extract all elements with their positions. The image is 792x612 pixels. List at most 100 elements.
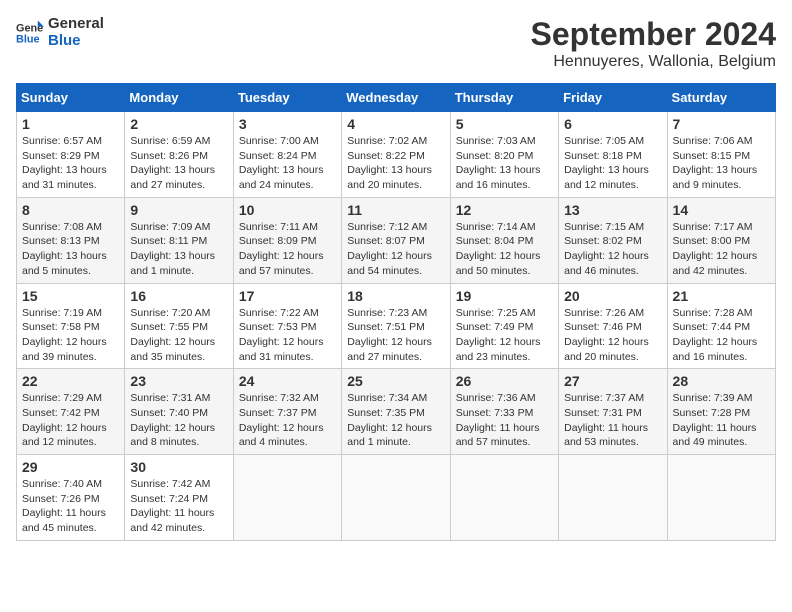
day-info: Sunrise: 7:12 AMSunset: 8:07 PMDaylight:… [347,220,444,279]
calendar-cell: 7 Sunrise: 7:06 AMSunset: 8:15 PMDaylight… [667,112,775,198]
calendar-cell: 28 Sunrise: 7:39 AMSunset: 7:28 PMDayligh… [667,369,775,455]
day-number: 21 [673,288,770,304]
calendar-cell: 19Sunrise: 7:25 AMSunset: 7:49 PMDayligh… [450,283,558,369]
day-number: 11 [347,202,444,218]
calendar-cell: 23 Sunrise: 7:31 AMSunset: 7:40 PMDayligh… [125,369,233,455]
calendar-cell: 4 Sunrise: 7:02 AMSunset: 8:22 PMDaylight… [342,112,450,198]
calendar-cell [450,455,558,541]
day-info: Sunrise: 7:29 AMSunset: 7:42 PMDaylight:… [22,391,119,450]
calendar-week-1: 1Sunrise: 6:57 AMSunset: 8:29 PMDaylight… [17,112,776,198]
calendar-cell: 16 Sunrise: 7:20 AMSunset: 7:55 PMDayligh… [125,283,233,369]
day-info: Sunrise: 7:09 AMSunset: 8:11 PMDaylight:… [130,220,227,279]
calendar-cell: 11 Sunrise: 7:12 AMSunset: 8:07 PMDayligh… [342,197,450,283]
logo-line1: General [48,16,104,33]
day-number: 30 [130,459,227,475]
calendar-cell: 25Sunrise: 7:34 AMSunset: 7:35 PMDayligh… [342,369,450,455]
day-info: Sunrise: 7:37 AMSunset: 7:31 PMDaylight:… [564,391,661,450]
day-number: 23 [130,373,227,389]
day-info: Sunrise: 7:15 AMSunset: 8:02 PMDaylight:… [564,220,661,279]
day-number: 24 [239,373,336,389]
day-number: 28 [673,373,770,389]
day-header-sunday: Sunday [17,84,125,112]
calendar-cell: 12Sunrise: 7:14 AMSunset: 8:04 PMDayligh… [450,197,558,283]
day-number: 1 [22,116,119,132]
day-info: Sunrise: 7:42 AMSunset: 7:24 PMDaylight:… [130,477,227,536]
day-number: 12 [456,202,553,218]
calendar-cell: 6Sunrise: 7:05 AMSunset: 8:18 PMDaylight… [559,112,667,198]
calendar-cell: 30 Sunrise: 7:42 AMSunset: 7:24 PMDayligh… [125,455,233,541]
calendar-subtitle: Hennuyeres, Wallonia, Belgium [531,53,776,71]
calendar-cell: 8Sunrise: 7:08 AMSunset: 8:13 PMDaylight… [17,197,125,283]
calendar-week-3: 15Sunrise: 7:19 AMSunset: 7:58 PMDayligh… [17,283,776,369]
calendar-body: 1Sunrise: 6:57 AMSunset: 8:29 PMDaylight… [17,112,776,541]
day-number: 16 [130,288,227,304]
calendar-cell: 26 Sunrise: 7:36 AMSunset: 7:33 PMDayligh… [450,369,558,455]
day-info: Sunrise: 7:11 AMSunset: 8:09 PMDaylight:… [239,220,336,279]
calendar-cell [559,455,667,541]
calendar-cell [342,455,450,541]
day-number: 20 [564,288,661,304]
day-info: Sunrise: 7:39 AMSunset: 7:28 PMDaylight:… [673,391,770,450]
day-number: 4 [347,116,444,132]
calendar-table: SundayMondayTuesdayWednesdayThursdayFrid… [16,83,776,541]
calendar-cell: 29Sunrise: 7:40 AMSunset: 7:26 PMDayligh… [17,455,125,541]
calendar-cell: 1Sunrise: 6:57 AMSunset: 8:29 PMDaylight… [17,112,125,198]
day-number: 13 [564,202,661,218]
calendar-cell: 14 Sunrise: 7:17 AMSunset: 8:00 PMDayligh… [667,197,775,283]
day-info: Sunrise: 7:36 AMSunset: 7:33 PMDaylight:… [456,391,553,450]
day-header-thursday: Thursday [450,84,558,112]
calendar-cell: 18 Sunrise: 7:23 AMSunset: 7:51 PMDayligh… [342,283,450,369]
calendar-week-5: 29Sunrise: 7:40 AMSunset: 7:26 PMDayligh… [17,455,776,541]
day-info: Sunrise: 7:06 AMSunset: 8:15 PMDaylight:… [673,134,770,193]
day-info: Sunrise: 7:34 AMSunset: 7:35 PMDaylight:… [347,391,444,450]
day-info: Sunrise: 7:20 AMSunset: 7:55 PMDaylight:… [130,306,227,365]
calendar-cell: 22 Sunrise: 7:29 AMSunset: 7:42 PMDayligh… [17,369,125,455]
calendar-cell: 15Sunrise: 7:19 AMSunset: 7:58 PMDayligh… [17,283,125,369]
calendar-header-row: SundayMondayTuesdayWednesdayThursdayFrid… [17,84,776,112]
day-info: Sunrise: 7:00 AMSunset: 8:24 PMDaylight:… [239,134,336,193]
day-number: 2 [130,116,227,132]
day-info: Sunrise: 7:03 AMSunset: 8:20 PMDaylight:… [456,134,553,193]
day-info: Sunrise: 7:32 AMSunset: 7:37 PMDaylight:… [239,391,336,450]
svg-text:Blue: Blue [16,33,40,45]
day-number: 26 [456,373,553,389]
logo-icon: General Blue [16,19,44,47]
day-number: 27 [564,373,661,389]
calendar-cell: 2 Sunrise: 6:59 AMSunset: 8:26 PMDaylight… [125,112,233,198]
day-number: 18 [347,288,444,304]
calendar-week-2: 8Sunrise: 7:08 AMSunset: 8:13 PMDaylight… [17,197,776,283]
calendar-cell: 3 Sunrise: 7:00 AMSunset: 8:24 PMDaylight… [233,112,341,198]
day-info: Sunrise: 7:31 AMSunset: 7:40 PMDaylight:… [130,391,227,450]
calendar-cell: 13 Sunrise: 7:15 AMSunset: 8:02 PMDayligh… [559,197,667,283]
day-number: 22 [22,373,119,389]
day-header-friday: Friday [559,84,667,112]
calendar-cell: 24 Sunrise: 7:32 AMSunset: 7:37 PMDayligh… [233,369,341,455]
day-info: Sunrise: 7:22 AMSunset: 7:53 PMDaylight:… [239,306,336,365]
day-number: 14 [673,202,770,218]
calendar-cell: 5Sunrise: 7:03 AMSunset: 8:20 PMDaylight… [450,112,558,198]
day-number: 9 [130,202,227,218]
day-number: 15 [22,288,119,304]
calendar-cell [667,455,775,541]
day-info: Sunrise: 7:17 AMSunset: 8:00 PMDaylight:… [673,220,770,279]
day-number: 29 [22,459,119,475]
day-number: 8 [22,202,119,218]
day-info: Sunrise: 6:59 AMSunset: 8:26 PMDaylight:… [130,134,227,193]
day-info: Sunrise: 7:05 AMSunset: 8:18 PMDaylight:… [564,134,661,193]
logo: General Blue General Blue [16,16,104,49]
title-area: September 2024 Hennuyeres, Wallonia, Bel… [531,16,776,71]
day-header-wednesday: Wednesday [342,84,450,112]
calendar-cell: 20Sunrise: 7:26 AMSunset: 7:46 PMDayligh… [559,283,667,369]
logo-line2: Blue [48,33,104,50]
day-header-monday: Monday [125,84,233,112]
day-info: Sunrise: 7:02 AMSunset: 8:22 PMDaylight:… [347,134,444,193]
day-info: Sunrise: 7:25 AMSunset: 7:49 PMDaylight:… [456,306,553,365]
calendar-cell: 10 Sunrise: 7:11 AMSunset: 8:09 PMDayligh… [233,197,341,283]
day-info: Sunrise: 7:23 AMSunset: 7:51 PMDaylight:… [347,306,444,365]
calendar-cell [233,455,341,541]
day-number: 3 [239,116,336,132]
calendar-cell: 21Sunrise: 7:28 AMSunset: 7:44 PMDayligh… [667,283,775,369]
day-number: 7 [673,116,770,132]
day-number: 10 [239,202,336,218]
calendar-cell: 17Sunrise: 7:22 AMSunset: 7:53 PMDayligh… [233,283,341,369]
